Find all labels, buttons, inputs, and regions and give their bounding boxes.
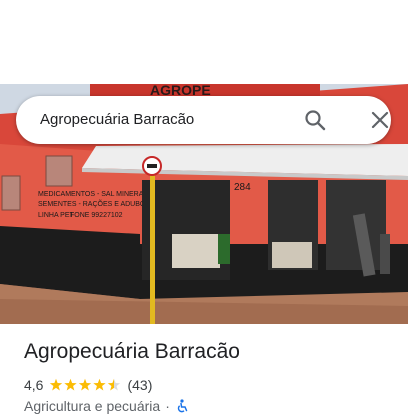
- close-icon[interactable]: [370, 110, 390, 130]
- place-category: Agricultura e pecuária: [24, 398, 161, 414]
- category-row: Agricultura e pecuária ·: [24, 398, 189, 414]
- wall-text-1: MEDICAMENTOS - SAL MINERAL: [38, 191, 147, 198]
- star-icon: [50, 378, 63, 391]
- search-icon[interactable]: [304, 109, 326, 131]
- top-blank-area: [0, 0, 408, 84]
- star-icon: [93, 378, 107, 391]
- wall-text-2: SEMENTES - RAÇÕES E ADUBOS: [38, 199, 150, 208]
- stars-graphic: [50, 378, 121, 391]
- wall-text-4: FONE 99227102: [70, 212, 123, 219]
- search-box[interactable]: Agropecuária Barracão: [16, 96, 391, 144]
- search-input[interactable]: Agropecuária Barracão: [40, 96, 194, 144]
- separator-dot: ·: [165, 398, 170, 414]
- star-rating: [49, 378, 121, 392]
- star-icon: [108, 378, 121, 391]
- wheelchair-icon: [175, 399, 189, 413]
- place-title: Agropecuária Barracão: [24, 340, 240, 363]
- rating-value: 4,6: [24, 377, 44, 393]
- house-number: 284: [234, 182, 251, 193]
- review-count[interactable]: (43): [127, 377, 152, 393]
- star-icon: [64, 378, 78, 391]
- star-icon: [79, 378, 92, 391]
- rating-row[interactable]: 4,6 (43): [24, 376, 152, 394]
